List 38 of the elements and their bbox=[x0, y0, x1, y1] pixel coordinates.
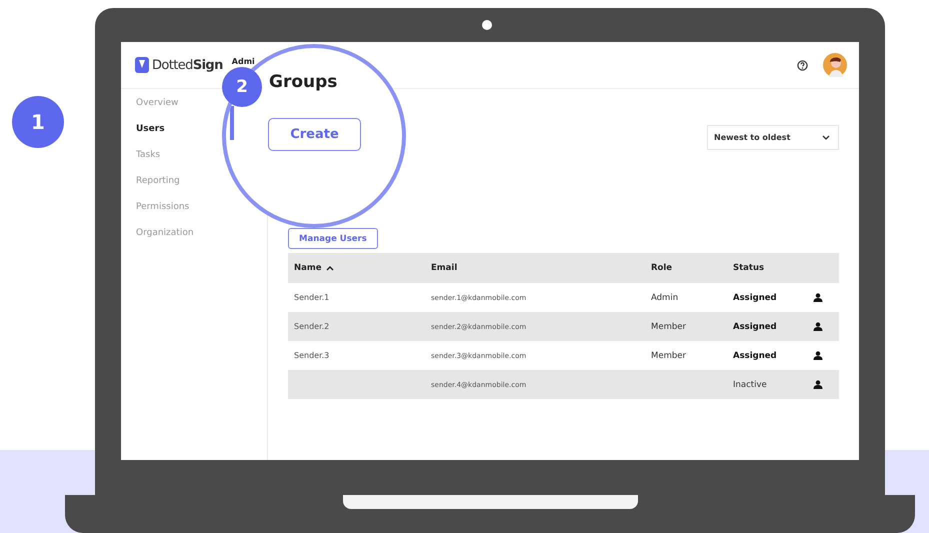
column-header[interactable]: Role bbox=[645, 263, 727, 273]
user-icon[interactable] bbox=[813, 322, 823, 331]
column-header[interactable]: Name bbox=[288, 263, 425, 273]
table-cell: Sender.1 bbox=[294, 293, 330, 302]
column-header[interactable]: Email bbox=[425, 263, 645, 273]
sidebar-item[interactable]: Users bbox=[136, 123, 165, 149]
create-button[interactable]: Create bbox=[268, 118, 361, 151]
page-title: Groups bbox=[269, 72, 338, 92]
sidebar-item[interactable]: Reporting bbox=[136, 175, 180, 201]
sidebar-item[interactable]: Organization bbox=[136, 227, 194, 253]
step-badge: 1 bbox=[12, 96, 64, 148]
status-text: Assigned bbox=[733, 322, 777, 332]
manage-users-button[interactable]: Manage Users bbox=[288, 228, 378, 249]
step-badge: 2 bbox=[222, 67, 262, 107]
table-cell: Sender.2 bbox=[294, 322, 330, 331]
section-title: Admi bbox=[232, 57, 255, 66]
sidebar-item[interactable]: Overview bbox=[136, 97, 178, 123]
column-header[interactable]: Status bbox=[727, 263, 807, 273]
status-text: Assigned bbox=[733, 350, 777, 360]
chevron-icon bbox=[822, 135, 830, 140]
selected-indicator bbox=[230, 106, 234, 140]
status-text: Inactive bbox=[733, 380, 767, 390]
user-icon[interactable] bbox=[813, 293, 823, 302]
user-icon[interactable] bbox=[813, 351, 823, 360]
logo-icon bbox=[135, 57, 149, 73]
status-text: Assigned bbox=[733, 292, 777, 302]
table-cell: Member bbox=[651, 322, 686, 332]
table-cell: Sender.3 bbox=[294, 351, 330, 360]
camera-dot bbox=[482, 20, 492, 30]
sort-dropdown[interactable]: Newest to oldest bbox=[707, 125, 839, 150]
user-icon[interactable] bbox=[813, 380, 823, 389]
sidebar-item[interactable]: Tasks bbox=[136, 149, 160, 175]
avatar[interactable] bbox=[823, 53, 847, 77]
help-icon[interactable] bbox=[797, 60, 808, 70]
table-cell: Admin bbox=[651, 292, 678, 302]
sidebar-item[interactable]: Permissions bbox=[136, 201, 190, 227]
table-cell: Member bbox=[651, 350, 686, 360]
logo-text: DottedSign bbox=[152, 58, 223, 72]
